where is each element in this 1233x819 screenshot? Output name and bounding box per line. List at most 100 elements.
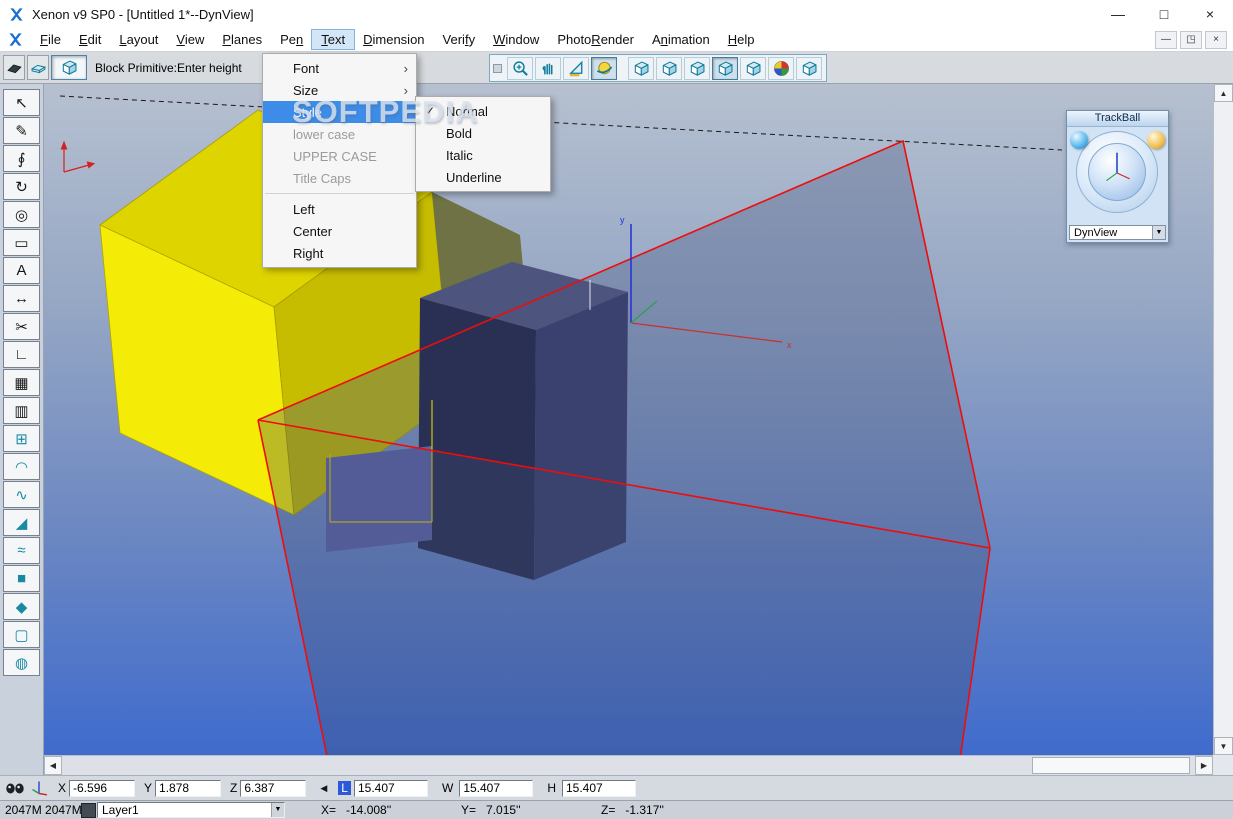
sweep-tool[interactable]: ∿ <box>3 481 40 508</box>
snap-axes-icon[interactable] <box>30 780 49 796</box>
pen-tool[interactable]: ✎ <box>3 117 40 144</box>
trackball-ring[interactable] <box>1076 131 1158 213</box>
maximize-button[interactable]: □ <box>1141 0 1187 28</box>
trackball-rotate-ball-icon[interactable] <box>1070 131 1088 149</box>
text-menu-item-style[interactable]: Style › <box>263 101 416 123</box>
mdi-minimize-button[interactable]: — <box>1155 30 1177 49</box>
menu-planes[interactable]: Planes <box>213 30 271 49</box>
trackball-ball[interactable] <box>1088 143 1146 201</box>
block-solid-tool[interactable]: ■ <box>3 565 40 592</box>
trackball-lock-ball-icon[interactable] <box>1147 131 1165 149</box>
measure-button[interactable] <box>563 56 589 80</box>
cylinder-solid-tool[interactable]: ◍ <box>3 649 40 676</box>
view-front-button[interactable] <box>656 56 682 80</box>
style-submenu-item-normal[interactable]: ✓ Normal <box>416 100 550 122</box>
menu-help[interactable]: Help <box>719 30 764 49</box>
minimize-button[interactable]: — <box>1095 0 1141 28</box>
style-submenu-item-italic[interactable]: Italic <box>416 144 550 166</box>
horizontal-scrollbar[interactable]: ◀ ▶ <box>44 755 1213 775</box>
vertical-scrollbar[interactable]: ▲ ▼ <box>1213 84 1233 755</box>
h-dimension-field[interactable]: 15.407 <box>561 779 636 797</box>
wedge-tool[interactable]: ◢ <box>3 509 40 536</box>
toolbar-grip[interactable] <box>493 63 502 73</box>
text-tool[interactable]: A <box>3 257 40 284</box>
text-menu-item-title-caps[interactable]: Title Caps <box>263 167 416 189</box>
trackball-title[interactable]: TrackBall <box>1067 111 1168 127</box>
z-coordinate-field[interactable]: 6.387 <box>240 779 307 797</box>
w-dimension-field[interactable]: 15.407 <box>459 779 534 797</box>
view-left-button[interactable] <box>740 56 766 80</box>
rectangle-tool[interactable]: ▭ <box>3 229 40 256</box>
stretch-tool[interactable]: ↔ <box>3 285 40 312</box>
corner-tool[interactable]: ∟ <box>3 341 40 368</box>
scroll-down-button[interactable]: ▼ <box>1214 737 1233 755</box>
text-menu-item-lower-case[interactable]: lower case <box>263 123 416 145</box>
menu-dimension[interactable]: Dimension <box>354 30 433 49</box>
menu-verify[interactable]: Verify <box>434 30 485 49</box>
dome-tool[interactable]: ◠ <box>3 453 40 480</box>
mdi-close-button[interactable]: × <box>1205 30 1227 49</box>
menu-text[interactable]: Text <box>311 29 356 50</box>
plane-primitive-button[interactable] <box>3 55 25 80</box>
spring-tool[interactable]: ∮ <box>3 145 40 172</box>
menu-photorender[interactable]: PhotoRender <box>548 30 643 49</box>
view-isometric-button[interactable] <box>628 56 654 80</box>
horizontal-scrollbar-thumb[interactable] <box>1032 757 1190 774</box>
view-top-button[interactable] <box>684 56 710 80</box>
scroll-right-button[interactable]: ▶ <box>1195 756 1213 775</box>
menu-animation[interactable]: Animation <box>643 30 719 49</box>
extrude-tool[interactable]: ⊞ <box>3 425 40 452</box>
rotate-tool[interactable]: ↻ <box>3 173 40 200</box>
view-selector[interactable]: DynView ▼ <box>1069 225 1166 240</box>
text-menu-item-font[interactable]: Font › <box>263 57 416 79</box>
text-menu-item-upper-case[interactable]: UPPER CASE <box>263 145 416 167</box>
text-menu-item-size[interactable]: Size › <box>263 79 416 101</box>
circle-tool[interactable]: ◎ <box>3 201 40 228</box>
style-submenu-item-bold[interactable]: Bold <box>416 122 550 144</box>
text-menu-item-center[interactable]: Center <box>263 220 416 242</box>
layer-icon[interactable] <box>81 802 96 818</box>
collapse-arrow-icon[interactable]: ◀ <box>320 783 327 794</box>
layer-selector[interactable]: Layer1 ▼ <box>97 802 285 818</box>
zoom-in-button[interactable] <box>507 56 533 80</box>
menu-edit[interactable]: Edit <box>70 30 110 49</box>
coordinate-status-bar: X -6.596 Y 1.878 Z 6.387 ◀ L 15.407 W 15.407 H 15.… <box>0 775 1233 800</box>
menu-pen[interactable]: Pen <box>271 30 312 49</box>
view-selector-label: DynView <box>1074 227 1118 239</box>
drawing-area[interactable]: y x <box>44 84 1213 755</box>
select-tool[interactable]: ↖ <box>3 89 40 116</box>
snap-eye-icon[interactable] <box>4 781 26 796</box>
style-submenu-item-underline[interactable]: Underline <box>416 166 550 188</box>
menu-window[interactable]: Window <box>484 30 548 49</box>
pan-button[interactable] <box>535 56 561 80</box>
view-back-button[interactable] <box>796 56 822 80</box>
menu-view[interactable]: View <box>167 30 213 49</box>
menu-layout[interactable]: Layout <box>110 30 167 49</box>
slab-primitive-button[interactable] <box>27 55 49 80</box>
scroll-up-button[interactable]: ▲ <box>1214 84 1233 102</box>
layer-dropdown-arrow-icon[interactable]: ▼ <box>271 803 284 817</box>
orbit-button[interactable] <box>591 56 617 80</box>
y-coordinate-field[interactable]: 1.878 <box>155 779 222 797</box>
text-menu-item-right[interactable]: Right <box>263 242 416 264</box>
wave-surface-tool[interactable]: ≈ <box>3 537 40 564</box>
view-dropdown-arrow-icon[interactable]: ▼ <box>1152 226 1165 239</box>
scene-svg[interactable]: y x <box>44 84 1213 755</box>
x-coordinate-field[interactable]: -6.596 <box>69 779 136 797</box>
view-right-button[interactable] <box>712 56 738 80</box>
scroll-left-button[interactable]: ◀ <box>44 756 62 775</box>
close-button[interactable]: × <box>1187 0 1233 28</box>
knife-tool[interactable]: ✂ <box>3 313 40 340</box>
chamfer-solid-tool[interactable]: ◆ <box>3 593 40 620</box>
shell-solid-tool-icon: ▢ <box>14 626 29 644</box>
pattern-tool[interactable]: ▥ <box>3 397 40 424</box>
block-primitive-button[interactable] <box>51 55 87 80</box>
mdi-restore-button[interactable]: ◳ <box>1180 30 1202 49</box>
text-menu-item-left[interactable]: Left <box>263 198 416 220</box>
shell-solid-tool[interactable]: ▢ <box>3 621 40 648</box>
menu-file[interactable]: File <box>31 30 70 49</box>
hatch-tool[interactable]: ▦ <box>3 369 40 396</box>
render-mode-button[interactable] <box>768 56 794 80</box>
corner-tool-icon: ∟ <box>14 346 29 363</box>
l-dimension-field[interactable]: 15.407 <box>353 779 428 797</box>
